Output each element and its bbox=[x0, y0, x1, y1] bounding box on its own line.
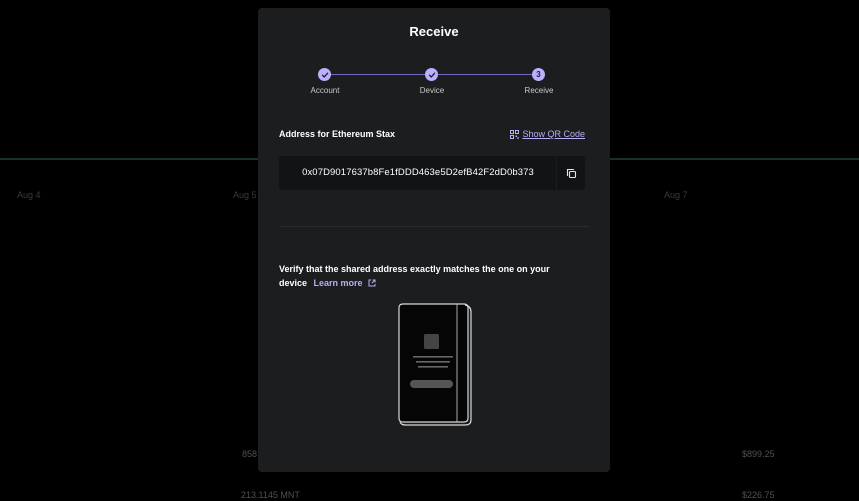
background-value: $226.75 bbox=[742, 490, 775, 500]
show-qr-code-link[interactable]: Show QR Code bbox=[510, 129, 585, 139]
qr-code-icon bbox=[510, 129, 520, 139]
background-value: $899.25 bbox=[742, 449, 775, 459]
background-value: 858 bbox=[242, 449, 258, 459]
step-label-device: Device bbox=[419, 86, 445, 95]
step-connector bbox=[438, 74, 537, 75]
address-value: 0x07D9017637b8Fe1fDDD463e5D2efB42F2dD0b3… bbox=[302, 167, 534, 178]
step-label-account: Account bbox=[310, 86, 340, 95]
background-value: 213.1145 MNT bbox=[241, 490, 300, 500]
date-label: Aug 4 bbox=[17, 190, 41, 200]
step-label-receive: Receive bbox=[524, 86, 554, 95]
receive-modal: Receive Account Device 3 Receive Address… bbox=[258, 8, 610, 472]
date-label: Aug 7 bbox=[664, 190, 688, 200]
step-device-check-icon bbox=[425, 68, 438, 81]
modal-title: Receive bbox=[409, 24, 459, 39]
copy-address-button[interactable] bbox=[556, 156, 585, 190]
device-illustration bbox=[398, 303, 472, 426]
step-receive-number: 3 bbox=[532, 68, 545, 81]
external-link-icon bbox=[368, 279, 376, 286]
learn-more-link[interactable]: Learn more bbox=[314, 278, 377, 288]
address-label: Address for Ethereum Stax bbox=[279, 129, 396, 139]
step-connector bbox=[330, 74, 432, 75]
divider bbox=[279, 226, 589, 227]
date-label: Aug 5 bbox=[233, 190, 257, 200]
step-account-check-icon bbox=[318, 68, 331, 81]
stepper: Account Device 3 Receive bbox=[258, 68, 610, 108]
show-qr-code-label: Show QR Code bbox=[522, 129, 585, 139]
copy-icon bbox=[566, 168, 576, 178]
learn-more-label: Learn more bbox=[313, 277, 363, 288]
verify-instructions: Verify that the shared address exactly m… bbox=[279, 263, 579, 290]
address-box: 0x07D9017637b8Fe1fDDD463e5D2efB42F2dD0b3… bbox=[279, 156, 585, 190]
